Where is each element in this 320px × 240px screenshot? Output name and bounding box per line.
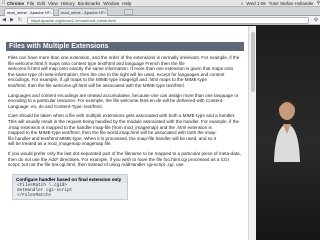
para-line: This will usually result in the request … <box>8 118 240 124</box>
menu-help[interactable]: Help <box>122 1 131 6</box>
menu-view[interactable]: View <box>48 1 58 6</box>
menu-window[interactable]: Window <box>103 1 119 6</box>
para-line: If you would prefer only the last dot-se… <box>8 150 241 156</box>
reload-icon[interactable]: ↻ <box>16 17 24 24</box>
close-tab-icon[interactable]: × <box>50 10 52 15</box>
menu-app-name[interactable]: Chrome <box>7 1 24 6</box>
menu-history[interactable]: History <box>61 1 75 6</box>
menu-file[interactable]: File <box>27 1 34 6</box>
para-line: Files can have more than one extension, … <box>8 55 240 60</box>
user-name[interactable]: Tutor Stefan Hollander <box>269 1 314 6</box>
new-tab-button[interactable] <box>124 9 133 15</box>
forward-arrow-icon[interactable]: ▶ <box>8 17 16 24</box>
menu-edit[interactable]: Edit <box>37 1 45 6</box>
page-content: Files with Multiple Extensions Files can… <box>0 26 256 240</box>
wrench-icon[interactable]: ⚙ <box>312 17 320 23</box>
para-line: mapped to the MIME-type text/html, then … <box>8 130 217 136</box>
para-line: encoding to a particular resource. For e… <box>8 98 224 104</box>
para-line: script, but not the file bar.cgi.html, t… <box>8 162 184 168</box>
mac-menubar:  Chrome File Edit View History Bookmark… <box>0 0 320 7</box>
menubar-status: ≈ Wed 1:09 Tutor Stefan Hollander ⚲ <box>238 0 320 6</box>
paragraph-3: Care should be taken when a file with mu… <box>8 113 244 147</box>
address-bar[interactable]: httpd.apache.org/docs/2.2/mod/mod_mime.h… <box>27 16 309 24</box>
para-line: Language: en, de and Content-Type: text/… <box>8 103 103 109</box>
apple-icon[interactable]:  <box>0 0 7 6</box>
example-title: Configure handler based on final extensi… <box>13 174 127 183</box>
para-line: welcome.fr.html will map onto exactly th… <box>8 66 234 72</box>
tab-title: mod_mime - Apache HT <box>7 10 51 15</box>
vertical-scrollbar[interactable] <box>248 26 256 240</box>
wifi-icon[interactable]: ≈ <box>241 1 243 6</box>
example-box: Configure handler based on final extensi… <box>12 173 128 200</box>
para-line: will be treated as a mod_imagemap imagem… <box>8 141 112 147</box>
section-heading: Files with Multiple Extensions <box>6 42 244 51</box>
presenter-silhouette <box>274 99 300 162</box>
code-line: </FilesMatch> <box>17 192 52 198</box>
paragraph-2: Languages and content encodings are trea… <box>8 93 244 110</box>
browser-toolbar: ◀ ▶ ↻ httpd.apache.org/docs/2.2/mod/mod_… <box>0 16 320 25</box>
tab-title: mod_mime - Apache HT <box>61 10 105 15</box>
para-line: text/html, then the file welcome.gif.htm… <box>8 82 185 88</box>
back-arrow-icon[interactable]: ◀ <box>0 17 8 24</box>
menu-bookmarks[interactable]: Bookmarks <box>78 1 101 6</box>
tab-bar: mod_mime - Apache HT × mod_mime - Apache… <box>0 7 320 16</box>
tab-mod-mime-2[interactable]: mod_mime - Apache HT × <box>58 8 108 16</box>
tab-mod-mime[interactable]: mod_mime - Apache HT × <box>4 8 54 16</box>
scrollbar-thumb[interactable] <box>251 32 255 92</box>
close-tab-icon[interactable]: × <box>104 10 106 15</box>
clock[interactable]: Wed 1:09 <box>246 1 265 6</box>
paragraph-1: Files can have more than one extension, … <box>8 55 244 89</box>
paragraph-4: If you would prefer only the last dot-se… <box>8 151 244 168</box>
